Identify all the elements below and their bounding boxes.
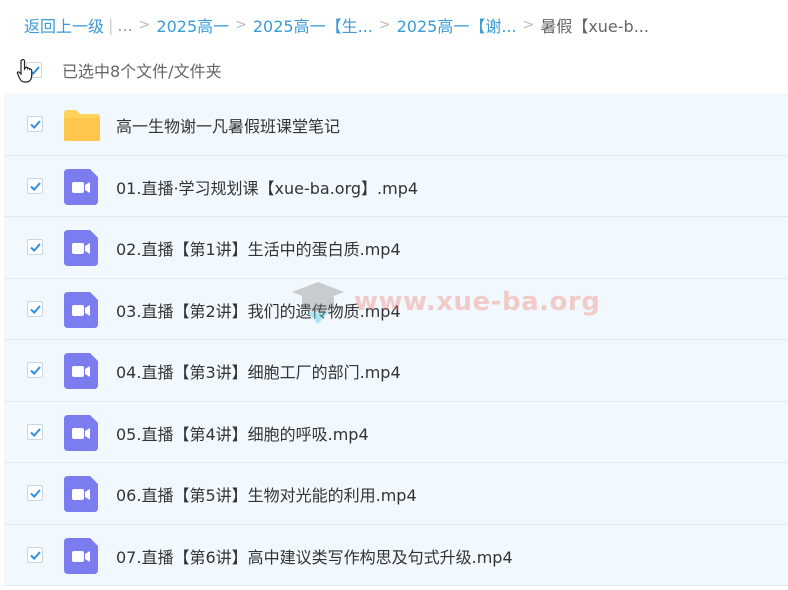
list-item[interactable]: 02.直播【第1讲】生活中的蛋白质.mp4 bbox=[4, 217, 788, 279]
breadcrumb-divider: | bbox=[108, 15, 114, 35]
breadcrumb-item[interactable]: 2025高一 bbox=[156, 13, 229, 37]
file-name[interactable]: 01.直播·学习规划课【xue-ba.org】.mp4 bbox=[116, 175, 418, 199]
chevron-right-icon: > bbox=[522, 17, 535, 33]
hand-cursor-icon bbox=[16, 58, 33, 83]
row-checkbox[interactable] bbox=[27, 546, 43, 563]
chevron-right-icon: > bbox=[235, 17, 247, 33]
list-item[interactable]: 04.直播【第3讲】细胞工厂的部门.mp4 bbox=[4, 340, 788, 402]
video-file-icon bbox=[64, 353, 98, 389]
back-link[interactable]: 返回上一级 bbox=[24, 13, 104, 37]
check-icon bbox=[30, 427, 41, 437]
row-checkbox[interactable] bbox=[27, 116, 43, 132]
file-name[interactable]: 03.直播【第2讲】我们的遗传物质.mp4 bbox=[116, 298, 401, 322]
selection-count: 已选中8个文件/文件夹 bbox=[62, 62, 222, 81]
file-name[interactable]: 02.直播【第1讲】生活中的蛋白质.mp4 bbox=[116, 236, 401, 260]
file-name[interactable]: 05.直播【第4讲】细胞的呼吸.mp4 bbox=[116, 421, 369, 445]
check-icon bbox=[30, 304, 41, 314]
video-file-icon bbox=[64, 168, 98, 205]
breadcrumb-item[interactable]: 2025高一【谢... bbox=[397, 13, 517, 37]
list-item[interactable]: 03.直播【第2讲】我们的遗传物质.mp4 bbox=[4, 278, 788, 340]
video-file-icon bbox=[64, 537, 98, 574]
check-icon bbox=[30, 366, 41, 376]
file-list: 高一生物谢一凡暑假班课堂笔记 01.直播·学习规划课【xue-ba.org】.m… bbox=[4, 94, 788, 586]
list-item[interactable]: 05.直播【第4讲】细胞的呼吸.mp4 bbox=[4, 401, 788, 463]
list-item[interactable]: 07.直播【第6讲】高中建议类写作构思及句式升级.mp4 bbox=[4, 524, 788, 586]
row-checkbox[interactable] bbox=[27, 239, 43, 255]
file-name[interactable]: 07.直播【第6讲】高中建议类写作构思及句式升级.mp4 bbox=[116, 544, 513, 568]
video-file-icon bbox=[64, 230, 98, 266]
list-item[interactable]: 01.直播·学习规划课【xue-ba.org】.mp4 bbox=[4, 155, 788, 217]
check-icon bbox=[30, 489, 41, 499]
file-name[interactable]: 04.直播【第3讲】细胞工厂的部门.mp4 bbox=[116, 359, 401, 383]
file-name[interactable]: 06.直播【第5讲】生物对光能的利用.mp4 bbox=[116, 482, 417, 506]
check-icon bbox=[30, 243, 41, 253]
video-file-icon bbox=[64, 414, 98, 451]
chevron-right-icon: > bbox=[138, 17, 151, 33]
breadcrumb-ellipsis[interactable]: ... bbox=[117, 16, 132, 35]
list-item[interactable]: 06.直播【第5讲】生物对光能的利用.mp4 bbox=[4, 463, 788, 525]
selection-bar: 已选中8个文件/文件夹 bbox=[0, 48, 788, 92]
breadcrumb-current: 暑假【xue-b... bbox=[540, 17, 649, 36]
chevron-right-icon: > bbox=[378, 17, 391, 33]
breadcrumb: 返回上一级 | ... > 2025高一 > 2025高一【生... > 202… bbox=[24, 13, 649, 37]
list-item[interactable]: 高一生物谢一凡暑假班课堂笔记 bbox=[4, 94, 788, 156]
check-icon bbox=[30, 550, 41, 560]
row-checkbox[interactable] bbox=[27, 423, 43, 440]
file-name[interactable]: 高一生物谢一凡暑假班课堂笔记 bbox=[116, 113, 340, 137]
row-checkbox[interactable] bbox=[27, 300, 43, 317]
row-checkbox[interactable] bbox=[27, 485, 43, 501]
row-checkbox[interactable] bbox=[27, 177, 43, 194]
breadcrumb-item[interactable]: 2025高一【生... bbox=[253, 13, 373, 37]
row-checkbox[interactable] bbox=[27, 362, 43, 378]
check-icon bbox=[30, 120, 41, 130]
video-file-icon bbox=[64, 291, 98, 328]
folder-icon bbox=[64, 110, 100, 141]
check-icon bbox=[30, 181, 41, 191]
video-file-icon bbox=[64, 476, 98, 512]
